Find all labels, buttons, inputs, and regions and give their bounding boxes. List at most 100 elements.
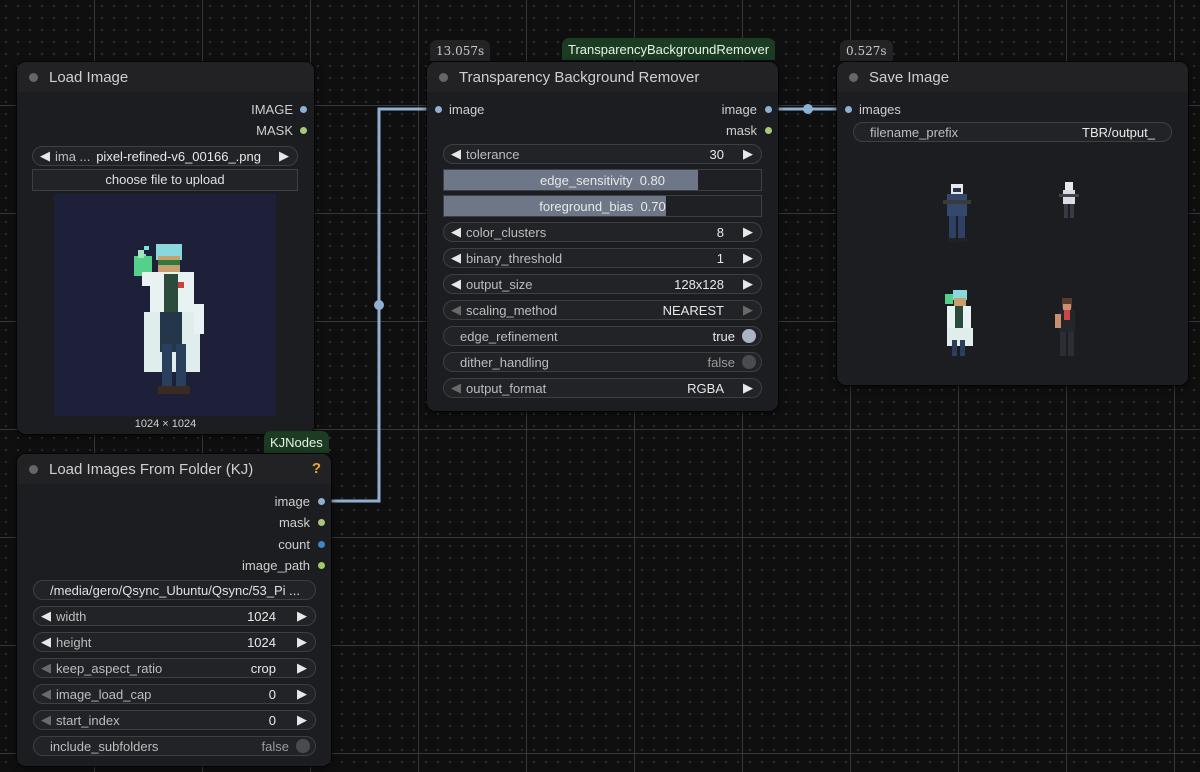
output-thumbnail[interactable] bbox=[1051, 296, 1083, 364]
node-title-bar[interactable]: Save Image bbox=[837, 62, 1188, 92]
output-slot-image[interactable]: IMAGE bbox=[251, 102, 293, 117]
output-thumbnail[interactable] bbox=[937, 288, 977, 364]
output-slot-mask[interactable]: MASK bbox=[256, 123, 293, 138]
widget-value: /media/gero/Qsync_Ubuntu/Qsync/53_Pi ... bbox=[50, 583, 301, 598]
node-save-image[interactable]: Save Image images filename_prefix TBR/ou… bbox=[837, 62, 1188, 385]
node-load-images-from-folder[interactable]: Load Images From Folder (KJ) ? image mas… bbox=[17, 454, 331, 766]
node-body: image image mask ◀ tolerance 30 ▶ edge_s… bbox=[427, 92, 778, 411]
arrow-left-icon[interactable]: ◀ bbox=[451, 224, 461, 240]
widget-value: 8 bbox=[716, 225, 724, 240]
node-title: Load Image bbox=[49, 69, 129, 86]
edge-refinement-toggle[interactable]: edge_refinement true bbox=[443, 326, 762, 346]
output-format-widget[interactable]: ◀ output_format RGBA ▶ bbox=[443, 378, 762, 398]
output-slot-count[interactable]: count bbox=[278, 537, 310, 552]
arrow-left-icon[interactable]: ◀ bbox=[451, 146, 461, 162]
widget-value: 1024 bbox=[247, 635, 276, 650]
arrow-left-icon[interactable]: ◀ bbox=[41, 686, 51, 702]
height-widget[interactable]: ◀ height 1024 ▶ bbox=[33, 632, 316, 652]
arrow-left-icon[interactable]: ◀ bbox=[41, 608, 51, 624]
input-dot-image[interactable] bbox=[435, 106, 442, 113]
arrow-right-icon[interactable]: ▶ bbox=[297, 608, 307, 624]
widget-value: 0 bbox=[268, 713, 276, 728]
arrow-right-icon[interactable]: ▶ bbox=[743, 146, 753, 162]
arrow-right-icon[interactable]: ▶ bbox=[297, 686, 307, 702]
scaling-method-widget[interactable]: ◀ scaling_method NEAREST ▶ bbox=[443, 300, 762, 320]
toggle-knob-icon[interactable] bbox=[296, 739, 310, 753]
node-title-bar[interactable]: Load Image bbox=[17, 62, 314, 92]
collapse-dot-icon[interactable] bbox=[849, 73, 858, 82]
timing-badge: 13.057s bbox=[430, 40, 491, 61]
link-midpoint-dot[interactable] bbox=[803, 104, 813, 114]
widget-value: false bbox=[707, 355, 735, 370]
node-transparency-background-remover[interactable]: Transparency Background Remover image im… bbox=[427, 62, 778, 411]
arrow-right-icon[interactable]: ▶ bbox=[743, 276, 753, 292]
widget-label: binary_threshold bbox=[466, 251, 563, 266]
arrow-right-icon[interactable]: ▶ bbox=[743, 302, 753, 318]
link-midpoint-dot[interactable] bbox=[374, 300, 384, 310]
collapse-dot-icon[interactable] bbox=[29, 465, 38, 474]
collapse-dot-icon[interactable] bbox=[439, 73, 448, 82]
arrow-left-icon[interactable]: ◀ bbox=[451, 276, 461, 292]
output-dot-mask[interactable] bbox=[765, 127, 772, 134]
image-load-cap-widget[interactable]: ◀ image_load_cap 0 ▶ bbox=[33, 684, 316, 704]
arrow-right-icon[interactable]: ▶ bbox=[297, 660, 307, 676]
arrow-right-icon[interactable]: ▶ bbox=[297, 634, 307, 650]
image-combo[interactable]: ◀ ima ... pixel-refined-v6_00166_.png ▶ bbox=[32, 146, 298, 166]
arrow-left-icon[interactable]: ◀ bbox=[40, 148, 50, 164]
node-load-image[interactable]: Load Image IMAGE MASK ◀ ima ... pixel-re… bbox=[17, 62, 314, 434]
widget-label: keep_aspect_ratio bbox=[56, 661, 163, 676]
node-title: Transparency Background Remover bbox=[459, 69, 700, 86]
output-dot-count[interactable] bbox=[318, 541, 325, 548]
node-title: Save Image bbox=[869, 69, 950, 86]
node-title-bar[interactable]: Transparency Background Remover bbox=[427, 62, 778, 92]
output-slot-mask[interactable]: mask bbox=[726, 123, 757, 138]
output-dot-image-path[interactable] bbox=[318, 562, 325, 569]
output-size-widget[interactable]: ◀ output_size 128x128 ▶ bbox=[443, 274, 762, 294]
arrow-right-icon[interactable]: ▶ bbox=[743, 250, 753, 266]
toggle-knob-icon[interactable] bbox=[742, 329, 756, 343]
arrow-right-icon[interactable]: ▶ bbox=[743, 224, 753, 240]
output-dot-image[interactable] bbox=[318, 498, 325, 505]
arrow-right-icon[interactable]: ▶ bbox=[279, 148, 289, 164]
color-clusters-widget[interactable]: ◀ color_clusters 8 ▶ bbox=[443, 222, 762, 242]
upload-button[interactable]: choose file to upload bbox=[32, 169, 298, 191]
start-index-widget[interactable]: ◀ start_index 0 ▶ bbox=[33, 710, 316, 730]
output-slot-image[interactable]: image bbox=[275, 494, 310, 509]
include-subfolders-toggle[interactable]: include_subfolders false bbox=[33, 736, 316, 756]
node-title-bar[interactable]: Load Images From Folder (KJ) ? bbox=[17, 454, 331, 484]
width-widget[interactable]: ◀ width 1024 ▶ bbox=[33, 606, 316, 626]
edge-sensitivity-slider[interactable]: edge_sensitivity 0.80 bbox=[443, 169, 762, 191]
output-dot-mask[interactable] bbox=[300, 127, 307, 134]
filename-prefix-field[interactable]: filename_prefix TBR/output_ bbox=[853, 122, 1172, 142]
arrow-left-icon[interactable]: ◀ bbox=[451, 380, 461, 396]
arrow-left-icon[interactable]: ◀ bbox=[451, 250, 461, 266]
foreground-bias-slider[interactable]: foreground_bias 0.70 bbox=[443, 195, 762, 217]
toggle-knob-icon[interactable] bbox=[742, 355, 756, 369]
output-thumbnail[interactable] bbox=[937, 180, 977, 252]
arrow-left-icon[interactable]: ◀ bbox=[41, 634, 51, 650]
dither-handling-toggle[interactable]: dither_handling false bbox=[443, 352, 762, 372]
widget-label: output_format bbox=[466, 381, 547, 396]
binary-threshold-widget[interactable]: ◀ binary_threshold 1 ▶ bbox=[443, 248, 762, 268]
output-thumbnail[interactable] bbox=[1057, 180, 1081, 224]
output-dot-image[interactable] bbox=[300, 106, 307, 113]
folder-path-field[interactable]: /media/gero/Qsync_Ubuntu/Qsync/53_Pi ... bbox=[33, 580, 316, 600]
output-dot-image[interactable] bbox=[765, 106, 772, 113]
collapse-dot-icon[interactable] bbox=[29, 73, 38, 82]
input-slot-images[interactable]: images bbox=[859, 102, 901, 117]
arrow-right-icon[interactable]: ▶ bbox=[297, 712, 307, 728]
arrow-left-icon[interactable]: ◀ bbox=[41, 660, 51, 676]
output-dot-mask[interactable] bbox=[318, 519, 325, 526]
widget-label: scaling_method bbox=[466, 303, 558, 318]
arrow-left-icon[interactable]: ◀ bbox=[451, 302, 461, 318]
help-icon[interactable]: ? bbox=[312, 460, 321, 477]
input-dot-images[interactable] bbox=[845, 106, 852, 113]
output-slot-image[interactable]: image bbox=[722, 102, 757, 117]
tolerance-widget[interactable]: ◀ tolerance 30 ▶ bbox=[443, 144, 762, 164]
keep-aspect-ratio-widget[interactable]: ◀ keep_aspect_ratio crop ▶ bbox=[33, 658, 316, 678]
output-slot-image-path[interactable]: image_path bbox=[242, 558, 310, 573]
input-slot-image[interactable]: image bbox=[449, 102, 484, 117]
output-slot-mask[interactable]: mask bbox=[279, 515, 310, 530]
arrow-right-icon[interactable]: ▶ bbox=[743, 380, 753, 396]
arrow-left-icon[interactable]: ◀ bbox=[41, 712, 51, 728]
